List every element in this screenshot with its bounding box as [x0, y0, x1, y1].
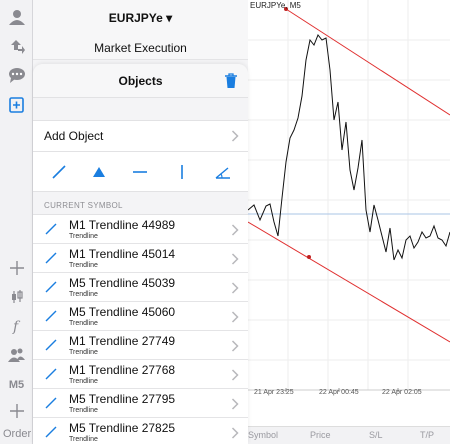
trendline-icon: [45, 397, 57, 409]
trade-arrows-icon[interactable]: [4, 33, 29, 58]
chevron-right-icon: [231, 130, 239, 142]
new-order-plus-icon[interactable]: [4, 398, 29, 423]
item-title: M5 Trendline 27795: [69, 392, 176, 406]
item-subtitle: Trendline: [69, 262, 98, 269]
chevron-right-icon: [231, 282, 239, 294]
col-symbol[interactable]: Symbol: [248, 430, 278, 440]
item-subtitle: Trendline: [69, 320, 98, 327]
add-object-row[interactable]: Add Object: [33, 120, 248, 152]
item-title: M1 Trendline 45014: [69, 247, 176, 261]
chevron-right-icon: [231, 340, 239, 352]
chevron-right-icon: [231, 253, 239, 265]
list-item[interactable]: M1 Trendline 27749 Trendline: [33, 331, 248, 360]
svg-text:f: f: [12, 319, 21, 334]
price-series: [248, 34, 450, 261]
price-chart[interactable]: EURJPYe, M5 21 Apr 23:25 22 Apr 00:45 22…: [248, 0, 450, 426]
chart-title: EURJPYe, M5: [250, 1, 301, 10]
chevron-right-icon: [231, 369, 239, 381]
panel-title: Objects: [33, 64, 248, 98]
vertical-line-tool-icon[interactable]: [172, 162, 192, 182]
left-toolbar: f M5 Order: [0, 0, 33, 444]
list-item[interactable]: M1 Trendline 44989 Trendline: [33, 215, 248, 244]
item-subtitle: Trendline: [69, 233, 98, 240]
item-title: M5 Trendline 27825: [69, 421, 176, 435]
add-object-icon[interactable]: [4, 92, 29, 117]
triangle-tool-icon[interactable]: [89, 162, 109, 182]
item-subtitle: Trendline: [69, 291, 98, 298]
item-subtitle: Trendline: [69, 349, 98, 356]
time-label-3: 22 Apr 02:05: [382, 389, 422, 396]
item-title: M1 Trendline 27749: [69, 334, 176, 348]
chevron-right-icon: [231, 224, 239, 236]
item-subtitle: Trendline: [69, 407, 98, 414]
list-item[interactable]: M5 Trendline 45039 Trendline: [33, 273, 248, 302]
list-item[interactable]: M1 Trendline 27768 Trendline: [33, 360, 248, 389]
chevron-right-icon: [231, 311, 239, 323]
time-label-1: 21 Apr 23:25: [254, 389, 294, 396]
crosshair-icon[interactable]: [4, 255, 29, 280]
trendline-icon: [45, 310, 57, 322]
chat-icon[interactable]: [4, 62, 29, 87]
indicators-icon[interactable]: f: [4, 313, 29, 338]
list-item[interactable]: M5 Trendline 45060 Trendline: [33, 302, 248, 331]
order-label[interactable]: Order: [3, 428, 31, 440]
col-price[interactable]: Price: [310, 430, 331, 440]
trendline-icon: [45, 252, 57, 264]
symbol-selector[interactable]: EURJPYe ▾: [33, 0, 248, 36]
trendline-icon: [45, 223, 57, 235]
trendline-icon: [45, 426, 57, 438]
item-title: M1 Trendline 44989: [69, 218, 176, 232]
market-execution-label[interactable]: Market Execution: [33, 36, 248, 60]
item-subtitle: Trendline: [69, 378, 98, 385]
objects-people-icon[interactable]: [4, 342, 29, 367]
mt-app: f M5 Order EURJPYe, M5 21 Apr 23:25 22 A…: [0, 0, 450, 444]
chevron-right-icon: [231, 398, 239, 410]
item-subtitle: Trendline: [69, 436, 98, 443]
list-item[interactable]: M5 Trendline 27825 Trendline: [33, 418, 248, 444]
col-tp[interactable]: T/P: [420, 430, 434, 440]
angle-tool-icon[interactable]: [213, 162, 233, 182]
objects-list: M1 Trendline 44989 Trendline M1 Trendlin…: [33, 214, 248, 444]
col-sl[interactable]: S/L: [369, 430, 383, 440]
trendline-icon: [45, 281, 57, 293]
drawing-tools-row: [33, 152, 248, 192]
horizontal-line-tool-icon[interactable]: [130, 162, 150, 182]
time-label-2: 22 Apr 00:45: [319, 389, 359, 396]
add-object-label: Add Object: [44, 129, 104, 143]
timeframe-button[interactable]: M5: [4, 372, 29, 397]
section-header: CURRENT SYMBOL: [44, 201, 123, 210]
list-item[interactable]: M5 Trendline 27795 Trendline: [33, 389, 248, 418]
candlestick-icon[interactable]: [4, 284, 29, 309]
trash-icon[interactable]: [224, 73, 238, 89]
trendline-tool-icon[interactable]: [49, 162, 69, 182]
item-title: M1 Trendline 27768: [69, 363, 176, 377]
trade-table-header: Symbol Price S/L T/P: [248, 426, 450, 444]
chevron-right-icon: [231, 427, 239, 439]
item-title: M5 Trendline 45060: [69, 305, 176, 319]
item-title: M5 Trendline 45039: [69, 276, 176, 290]
list-item[interactable]: M1 Trendline 45014 Trendline: [33, 244, 248, 273]
account-icon[interactable]: [4, 4, 29, 29]
objects-panel: Objects Add Object CURRENT SYMBOL M1 Tre…: [33, 64, 248, 444]
trendline-icon: [45, 339, 57, 351]
trendline-icon: [45, 368, 57, 380]
